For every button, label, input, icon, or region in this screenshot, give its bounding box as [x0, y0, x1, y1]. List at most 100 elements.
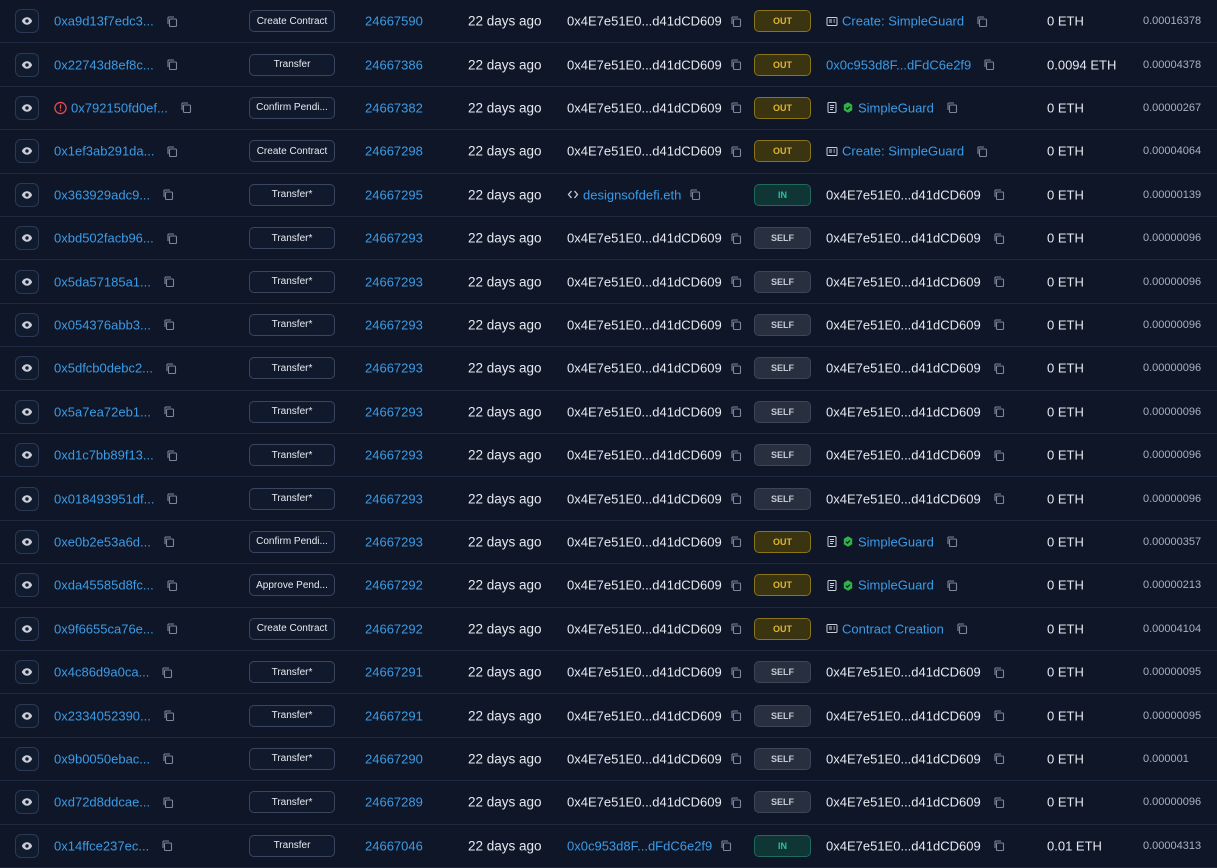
from-address-link[interactable]: 0x4E7e51E0...d41dCD609 — [567, 534, 722, 549]
copy-icon[interactable] — [993, 753, 1005, 765]
from-address-link[interactable]: 0x4E7e51E0...d41dCD609 — [567, 665, 722, 680]
copy-icon[interactable] — [720, 840, 732, 852]
view-details-button[interactable] — [15, 443, 39, 468]
from-address-link[interactable]: 0x4E7e51E0...d41dCD609 — [567, 578, 722, 593]
block-link[interactable]: 24667293 — [365, 534, 423, 549]
copy-icon[interactable] — [730, 753, 742, 765]
view-details-button[interactable] — [15, 312, 39, 337]
block-link[interactable]: 24667293 — [365, 231, 423, 246]
tx-hash-link[interactable]: 0x5da57185a1... — [54, 274, 151, 289]
to-address-link[interactable]: SimpleGuard — [858, 100, 934, 115]
to-address-link[interactable]: Create: SimpleGuard — [842, 14, 964, 29]
tx-hash-link[interactable]: 0x1ef3ab291da... — [54, 144, 154, 159]
copy-icon[interactable] — [166, 493, 178, 505]
block-link[interactable]: 24667590 — [365, 14, 423, 29]
from-address-link[interactable]: 0x4E7e51E0...d41dCD609 — [567, 795, 722, 810]
from-address-link[interactable]: 0x4E7e51E0...d41dCD609 — [567, 100, 722, 115]
copy-icon[interactable] — [993, 189, 1005, 201]
copy-icon[interactable] — [730, 536, 742, 548]
to-address-link[interactable]: 0x4E7e51E0...d41dCD609 — [826, 751, 981, 766]
tx-hash-link[interactable]: 0x054376abb3... — [54, 317, 151, 332]
block-link[interactable]: 24667291 — [365, 708, 423, 723]
copy-icon[interactable] — [166, 623, 178, 635]
block-link[interactable]: 24667293 — [365, 361, 423, 376]
view-details-button[interactable] — [15, 573, 39, 598]
tx-hash-link[interactable]: 0x5dfcb0debc2... — [54, 361, 153, 376]
copy-icon[interactable] — [956, 623, 968, 635]
copy-icon[interactable] — [161, 840, 173, 852]
copy-icon[interactable] — [163, 710, 175, 722]
copy-icon[interactable] — [993, 840, 1005, 852]
tx-hash-link[interactable]: 0x792150fd0ef... — [71, 100, 168, 115]
copy-icon[interactable] — [163, 536, 175, 548]
copy-icon[interactable] — [166, 59, 178, 71]
view-details-button[interactable] — [15, 182, 39, 207]
to-address-link[interactable]: 0x4E7e51E0...d41dCD609 — [826, 274, 981, 289]
to-address-link[interactable]: 0x4E7e51E0...d41dCD609 — [826, 231, 981, 246]
block-link[interactable]: 24667298 — [365, 144, 423, 159]
from-address-link[interactable]: designsofdefi.eth — [583, 187, 681, 202]
to-address-link[interactable]: 0x4E7e51E0...d41dCD609 — [826, 795, 981, 810]
tx-hash-link[interactable]: 0xbd502facb96... — [54, 231, 154, 246]
block-link[interactable]: 24667293 — [365, 491, 423, 506]
copy-icon[interactable] — [163, 319, 175, 331]
copy-icon[interactable] — [180, 102, 192, 114]
block-link[interactable]: 24667293 — [365, 404, 423, 419]
copy-icon[interactable] — [993, 449, 1005, 461]
view-details-button[interactable] — [15, 746, 39, 771]
view-details-button[interactable] — [15, 660, 39, 685]
copy-icon[interactable] — [730, 59, 742, 71]
to-address-link[interactable]: 0x4E7e51E0...d41dCD609 — [826, 665, 981, 680]
block-link[interactable]: 24667382 — [365, 100, 423, 115]
copy-icon[interactable] — [730, 102, 742, 114]
block-link[interactable]: 24667292 — [365, 578, 423, 593]
to-address-link[interactable]: 0x4E7e51E0...d41dCD609 — [826, 404, 981, 419]
to-address-link[interactable]: SimpleGuard — [858, 534, 934, 549]
tx-hash-link[interactable]: 0x14ffce237ec... — [54, 838, 149, 853]
to-address-link[interactable]: 0x4E7e51E0...d41dCD609 — [826, 708, 981, 723]
view-details-button[interactable] — [15, 9, 39, 34]
copy-icon[interactable] — [983, 59, 995, 71]
copy-icon[interactable] — [730, 406, 742, 418]
to-address-link[interactable]: 0x4E7e51E0...d41dCD609 — [826, 838, 981, 853]
from-address-link[interactable]: 0x4E7e51E0...d41dCD609 — [567, 404, 722, 419]
view-details-button[interactable] — [15, 356, 39, 381]
to-address-link[interactable]: SimpleGuard — [858, 578, 934, 593]
copy-icon[interactable] — [993, 319, 1005, 331]
to-address-link[interactable]: 0x4E7e51E0...d41dCD609 — [826, 361, 981, 376]
from-address-link[interactable]: 0x4E7e51E0...d41dCD609 — [567, 274, 722, 289]
copy-icon[interactable] — [993, 406, 1005, 418]
copy-icon[interactable] — [993, 232, 1005, 244]
copy-icon[interactable] — [162, 796, 174, 808]
block-link[interactable]: 24667293 — [365, 317, 423, 332]
block-link[interactable]: 24667289 — [365, 795, 423, 810]
view-details-button[interactable] — [15, 529, 39, 554]
copy-icon[interactable] — [993, 796, 1005, 808]
copy-icon[interactable] — [730, 232, 742, 244]
copy-icon[interactable] — [730, 579, 742, 591]
copy-icon[interactable] — [730, 623, 742, 635]
tx-hash-link[interactable]: 0x22743d8ef8c... — [54, 57, 154, 72]
from-address-link[interactable]: 0x4E7e51E0...d41dCD609 — [567, 708, 722, 723]
block-link[interactable]: 24667293 — [365, 274, 423, 289]
tx-hash-link[interactable]: 0x5a7ea72eb1... — [54, 404, 151, 419]
copy-icon[interactable] — [730, 710, 742, 722]
copy-icon[interactable] — [165, 362, 177, 374]
copy-icon[interactable] — [946, 579, 958, 591]
view-details-button[interactable] — [15, 399, 39, 424]
copy-icon[interactable] — [730, 15, 742, 27]
copy-icon[interactable] — [163, 406, 175, 418]
copy-icon[interactable] — [993, 276, 1005, 288]
to-address-link[interactable]: Create: SimpleGuard — [842, 144, 964, 159]
copy-icon[interactable] — [166, 145, 178, 157]
copy-icon[interactable] — [730, 145, 742, 157]
copy-icon[interactable] — [946, 102, 958, 114]
tx-hash-link[interactable]: 0x9f6655ca76e... — [54, 621, 154, 636]
tx-hash-link[interactable]: 0xd1c7bb89f13... — [54, 448, 154, 463]
copy-icon[interactable] — [730, 319, 742, 331]
to-address-link[interactable]: 0x4E7e51E0...d41dCD609 — [826, 448, 981, 463]
tx-hash-link[interactable]: 0x4c86d9a0ca... — [54, 665, 149, 680]
copy-icon[interactable] — [166, 15, 178, 27]
block-link[interactable]: 24667290 — [365, 751, 423, 766]
view-details-button[interactable] — [15, 226, 39, 251]
